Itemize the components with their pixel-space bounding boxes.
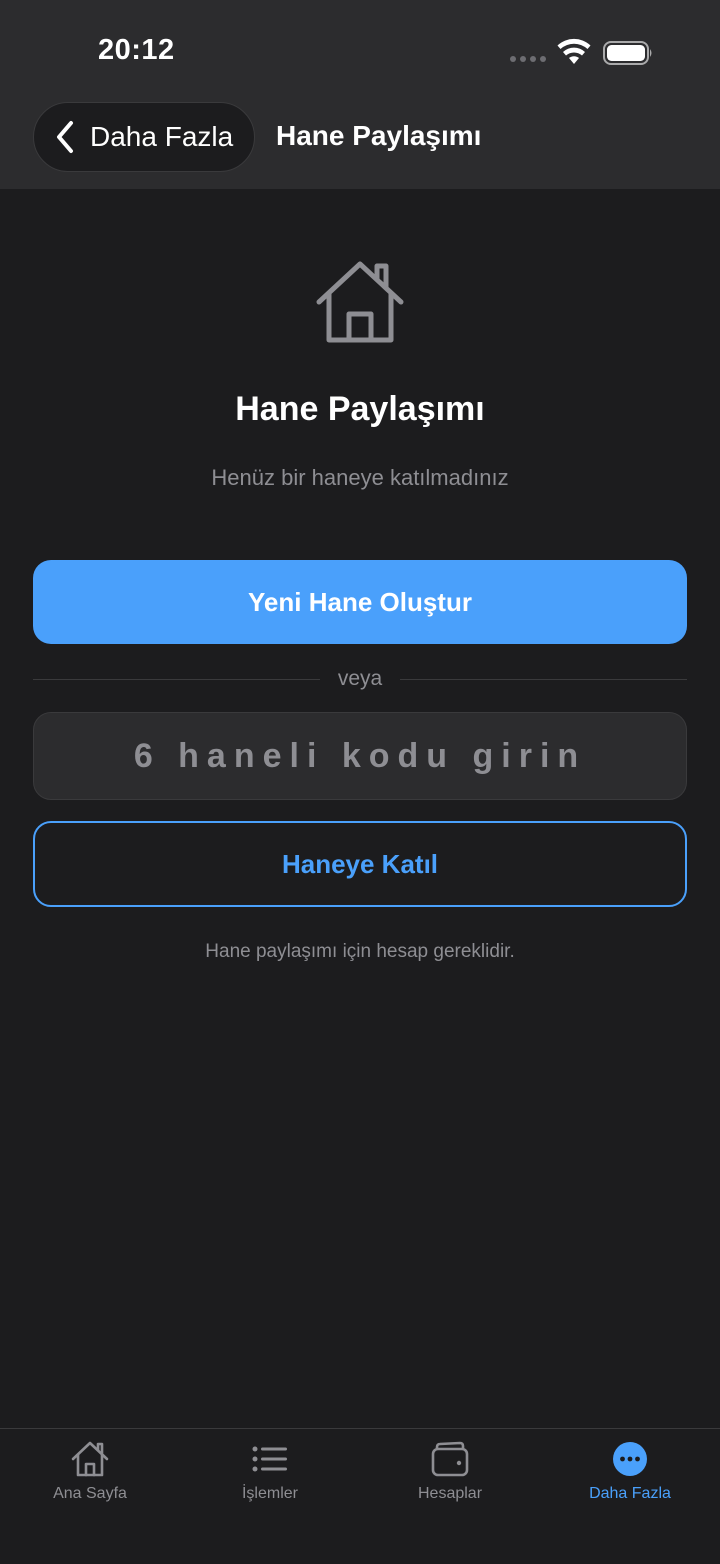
- wallet-icon: [431, 1441, 469, 1477]
- top-bar: 20:12 Daha Fazla Hane Paylaşımı: [0, 0, 720, 189]
- divider-line-left: [33, 678, 320, 680]
- hero-title: Hane Paylaşımı: [235, 390, 485, 428]
- tab-home-label: Ana Sayfa: [53, 1485, 127, 1502]
- divider-line-right: [400, 678, 688, 680]
- cellular-signal-icon: [510, 56, 546, 62]
- create-household-button[interactable]: Yeni Hane Oluştur: [33, 560, 687, 644]
- divider-text: veya: [337, 667, 383, 690]
- page-title: Hane Paylaşımı: [276, 120, 482, 151]
- status-time: 20:12: [98, 34, 175, 66]
- tab-accounts[interactable]: Hesaplar: [360, 1439, 540, 1519]
- battery-icon: [603, 41, 652, 65]
- tab-more-label: Daha Fazla: [589, 1485, 671, 1502]
- chevron-left-icon: [57, 121, 73, 153]
- wifi-icon: [557, 38, 591, 64]
- more-icon: [613, 1442, 647, 1476]
- tab-transactions-label: İşlemler: [241, 1485, 298, 1502]
- back-button-label: Daha Fazla: [90, 121, 234, 152]
- household-code-input[interactable]: [33, 712, 687, 800]
- hero-subtitle: Henüz bir haneye katılmadınız: [211, 465, 509, 490]
- tab-home[interactable]: Ana Sayfa: [0, 1439, 180, 1519]
- list-icon: [252, 1446, 287, 1472]
- tab-more[interactable]: Daha Fazla: [540, 1439, 720, 1519]
- join-household-button[interactable]: Haneye Katıl: [33, 821, 687, 907]
- house-icon: [71, 1441, 109, 1477]
- tab-bar: Ana Sayfa İşlemler Hesaplar Daha Fazla: [0, 1428, 720, 1564]
- house-icon: [316, 261, 404, 343]
- tab-accounts-label: Hesaplar: [417, 1485, 483, 1502]
- back-button[interactable]: Daha Fazla: [33, 102, 255, 172]
- tab-transactions[interactable]: İşlemler: [180, 1439, 360, 1519]
- or-divider: veya: [33, 664, 688, 694]
- account-required-note: Hane paylaşımı için hesap gereklidir.: [205, 941, 515, 962]
